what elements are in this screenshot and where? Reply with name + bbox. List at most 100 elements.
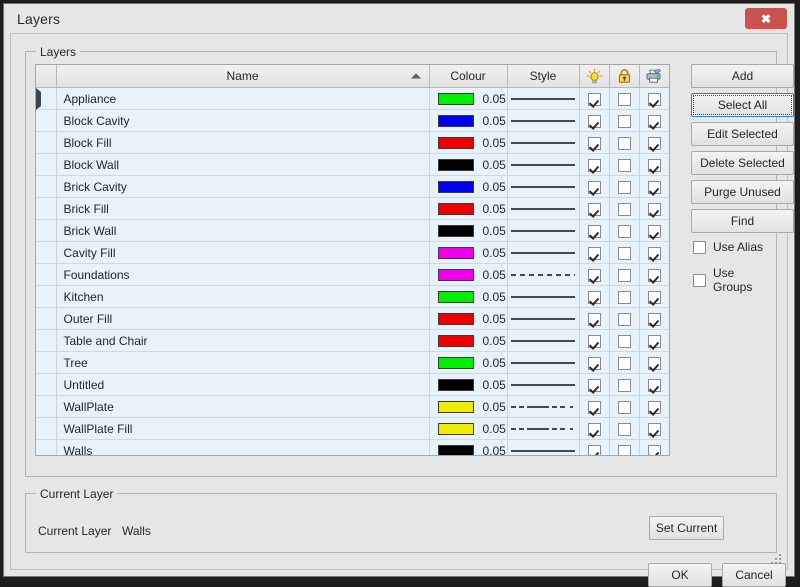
row-lock-cell[interactable] <box>609 395 640 418</box>
visible-checkbox[interactable] <box>587 312 601 326</box>
row-visible-cell[interactable] <box>579 241 610 264</box>
row-visible-cell[interactable] <box>579 439 610 455</box>
visible-checkbox[interactable] <box>587 400 601 414</box>
row-visible-cell[interactable] <box>579 395 610 418</box>
row-name-cell[interactable]: Block Wall <box>56 153 430 176</box>
row-visible-cell[interactable] <box>579 307 610 330</box>
lock-checkbox[interactable] <box>617 92 631 106</box>
table-row[interactable]: Table and Chair 0.05 <box>36 329 669 352</box>
row-colour-cell[interactable]: 0.05 <box>429 351 508 374</box>
table-row[interactable]: Foundations 0.05 <box>36 263 669 286</box>
row-name-cell[interactable]: Outer Fill <box>56 307 430 330</box>
row-name-cell[interactable]: Block Fill <box>56 131 430 154</box>
row-lock-cell[interactable] <box>609 417 640 440</box>
table-row[interactable]: Brick Cavity 0.05 <box>36 175 669 198</box>
row-print-cell[interactable] <box>639 307 669 330</box>
purge-unused-button[interactable]: Purge Unused <box>691 180 794 204</box>
lock-checkbox[interactable] <box>617 114 631 128</box>
visible-checkbox[interactable] <box>587 334 601 348</box>
column-header-name[interactable]: Name <box>56 65 430 88</box>
visible-checkbox[interactable] <box>587 224 601 238</box>
row-style-cell[interactable] <box>507 329 580 352</box>
table-row[interactable]: WallPlate 0.05 <box>36 395 669 418</box>
visible-checkbox[interactable] <box>587 92 601 106</box>
row-style-cell[interactable] <box>507 175 580 198</box>
row-print-cell[interactable] <box>639 175 669 198</box>
row-style-cell[interactable] <box>507 241 580 264</box>
row-lock-cell[interactable] <box>609 329 640 352</box>
row-colour-cell[interactable]: 0.05 <box>429 395 508 418</box>
row-lock-cell[interactable] <box>609 307 640 330</box>
visible-checkbox[interactable] <box>587 290 601 304</box>
table-row[interactable]: Cavity Fill 0.05 <box>36 241 669 264</box>
visible-checkbox[interactable] <box>587 136 601 150</box>
lock-checkbox[interactable] <box>617 378 631 392</box>
lock-checkbox[interactable] <box>617 202 631 216</box>
row-print-cell[interactable] <box>639 373 669 396</box>
table-row[interactable]: Untitled 0.05 <box>36 373 669 396</box>
row-lock-cell[interactable] <box>609 373 640 396</box>
print-checkbox[interactable] <box>647 136 661 150</box>
row-visible-cell[interactable] <box>579 175 610 198</box>
row-colour-cell[interactable]: 0.05 <box>429 263 508 286</box>
lock-checkbox[interactable] <box>617 268 631 282</box>
column-header-print[interactable] <box>639 65 669 88</box>
row-print-cell[interactable] <box>639 439 669 455</box>
visible-checkbox[interactable] <box>587 246 601 260</box>
row-name-cell[interactable]: Foundations <box>56 263 430 286</box>
row-style-cell[interactable] <box>507 351 580 374</box>
print-checkbox[interactable] <box>647 312 661 326</box>
lock-checkbox[interactable] <box>617 158 631 172</box>
row-lock-cell[interactable] <box>609 439 640 455</box>
row-name-cell[interactable]: WallPlate <box>56 395 430 418</box>
row-print-cell[interactable] <box>639 263 669 286</box>
add-button[interactable]: Add <box>691 64 794 88</box>
row-print-cell[interactable] <box>639 219 669 242</box>
row-colour-cell[interactable]: 0.05 <box>429 329 508 352</box>
table-row[interactable]: Block Cavity 0.05 <box>36 109 669 132</box>
row-lock-cell[interactable] <box>609 351 640 374</box>
row-lock-cell[interactable] <box>609 131 640 154</box>
row-lock-cell[interactable] <box>609 87 640 110</box>
table-row[interactable]: Brick Wall 0.05 <box>36 219 669 242</box>
row-visible-cell[interactable] <box>579 219 610 242</box>
row-name-cell[interactable]: Untitled <box>56 373 430 396</box>
lock-checkbox[interactable] <box>617 444 631 455</box>
visible-checkbox[interactable] <box>587 268 601 282</box>
table-row[interactable]: Kitchen 0.05 <box>36 285 669 308</box>
lock-checkbox[interactable] <box>617 422 631 436</box>
row-visible-cell[interactable] <box>579 109 610 132</box>
row-visible-cell[interactable] <box>579 417 610 440</box>
column-header-colour[interactable]: Colour <box>429 65 508 88</box>
row-name-cell[interactable]: WallPlate Fill <box>56 417 430 440</box>
use-alias-checkbox[interactable]: Use Alias <box>693 240 763 254</box>
row-visible-cell[interactable] <box>579 285 610 308</box>
cancel-button[interactable]: Cancel <box>722 563 786 587</box>
row-colour-cell[interactable]: 0.05 <box>429 197 508 220</box>
row-style-cell[interactable] <box>507 307 580 330</box>
print-checkbox[interactable] <box>647 378 661 392</box>
close-button[interactable]: ✖ <box>745 8 787 29</box>
row-name-cell[interactable]: Brick Cavity <box>56 175 430 198</box>
row-colour-cell[interactable]: 0.05 <box>429 285 508 308</box>
lock-checkbox[interactable] <box>617 356 631 370</box>
row-lock-cell[interactable] <box>609 153 640 176</box>
table-row[interactable]: WallPlate Fill 0.05 <box>36 417 669 440</box>
edit-selected-button[interactable]: Edit Selected <box>691 122 794 146</box>
print-checkbox[interactable] <box>647 400 661 414</box>
row-name-cell[interactable]: Table and Chair <box>56 329 430 352</box>
row-lock-cell[interactable] <box>609 241 640 264</box>
row-name-cell[interactable]: Kitchen <box>56 285 430 308</box>
visible-checkbox[interactable] <box>587 180 601 194</box>
layers-table-container[interactable]: Name Colour Style Appliance 0.05 Block C… <box>35 64 670 456</box>
row-colour-cell[interactable]: 0.05 <box>429 241 508 264</box>
row-lock-cell[interactable] <box>609 109 640 132</box>
table-row[interactable]: Brick Fill 0.05 <box>36 197 669 220</box>
row-visible-cell[interactable] <box>579 263 610 286</box>
delete-selected-button[interactable]: Delete Selected <box>691 151 794 175</box>
row-print-cell[interactable] <box>639 131 669 154</box>
row-visible-cell[interactable] <box>579 329 610 352</box>
row-lock-cell[interactable] <box>609 197 640 220</box>
row-print-cell[interactable] <box>639 417 669 440</box>
print-checkbox[interactable] <box>647 422 661 436</box>
